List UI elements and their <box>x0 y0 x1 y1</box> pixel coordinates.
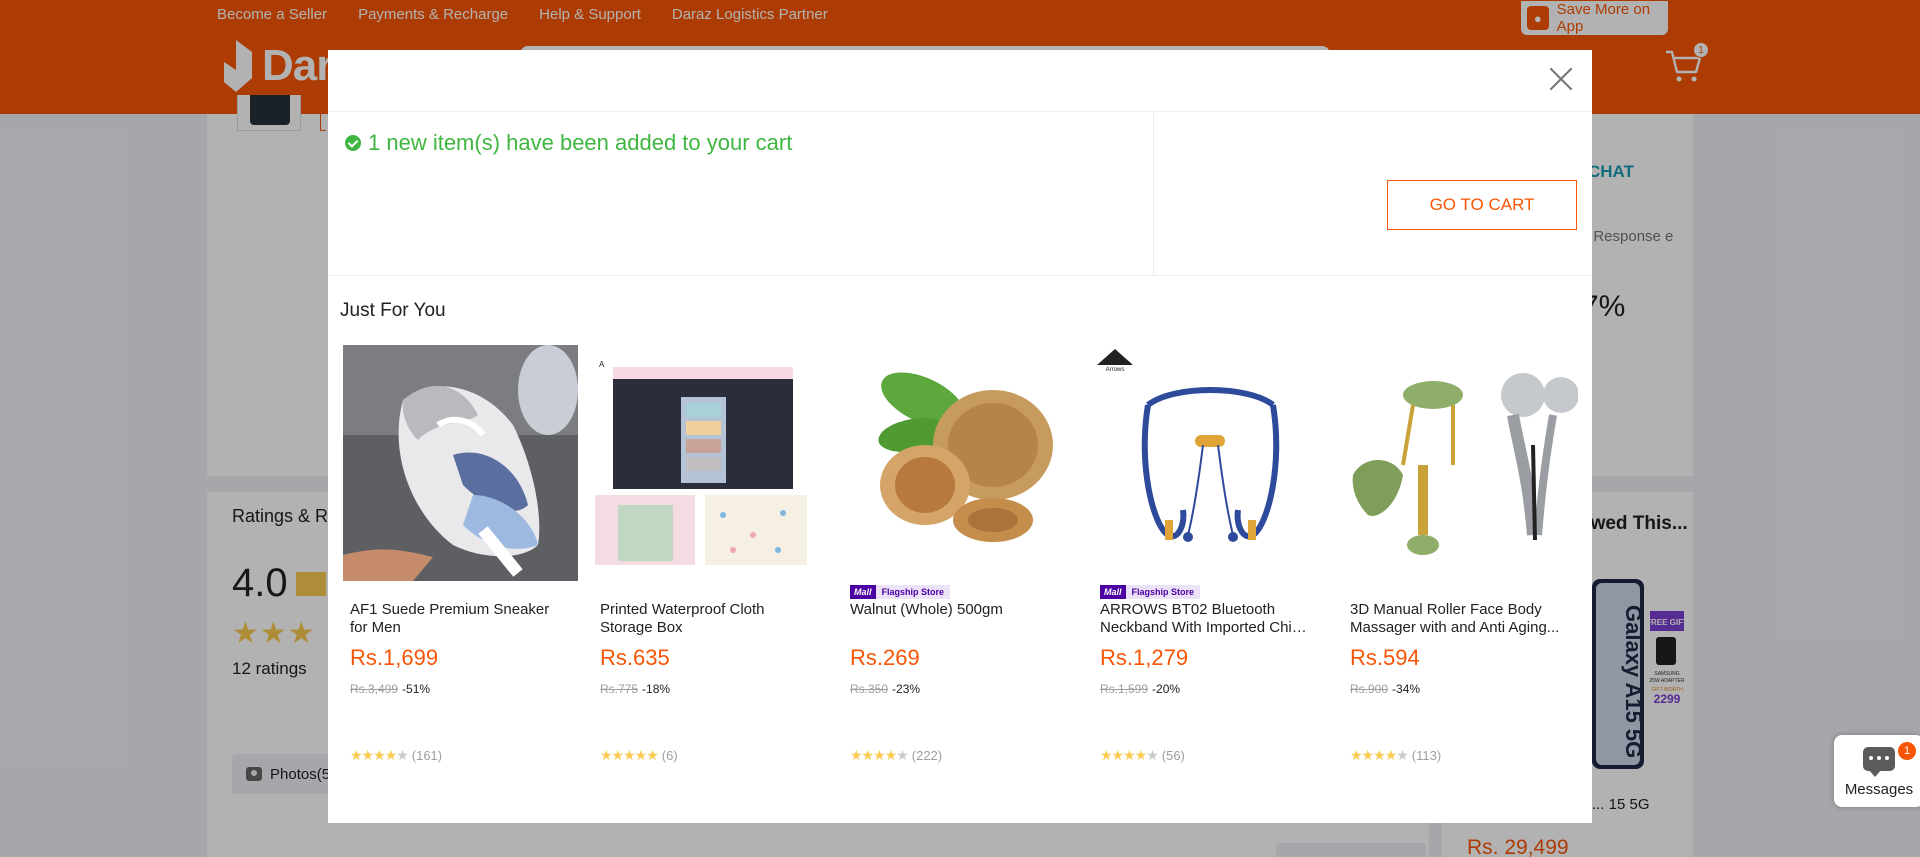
product-discount: -18% <box>642 682 671 696</box>
flagship-badge: Mall Flagship Store <box>850 585 951 599</box>
modal-header <box>328 50 1592 112</box>
star-icon: ★★★★★ <box>850 747 909 763</box>
product-original-price: Rs.350 <box>850 682 889 696</box>
product-name[interactable]: AF1 Suede Premium Sneaker for Men <box>350 601 565 637</box>
product-review-count: (6) <box>661 748 678 763</box>
cart-added-section: 1 new item(s) have been added to your ca… <box>328 112 1592 276</box>
add-to-cart-modal: 1 new item(s) have been added to your ca… <box>328 50 1592 823</box>
product-original-price: Rs.900 <box>1350 682 1389 696</box>
star-icon: ★★★★★ <box>1350 747 1409 763</box>
product-card[interactable]: Mall Flagship Store Walnut (Whole) 500gm… <box>840 345 1078 815</box>
messages-count-badge: 1 <box>1898 742 1916 760</box>
product-price-info: Rs.900 -34% <box>1350 682 1420 696</box>
product-price: Rs.1,699 <box>350 645 439 670</box>
product-card[interactable]: 3D Manual Roller Face Body Massager with… <box>1340 345 1578 815</box>
star-icon: ★★★★★ <box>350 747 409 763</box>
product-price: Rs.1,279 <box>1100 645 1189 670</box>
product-price: Rs.269 <box>850 645 920 670</box>
product-original-price: Rs.3,499 <box>350 682 399 696</box>
product-review-count: (222) <box>911 748 943 763</box>
product-price: Rs.594 <box>1350 645 1420 670</box>
messages-label: Messages <box>1844 781 1914 798</box>
product-discount: -34% <box>1392 682 1421 696</box>
messages-widget[interactable]: Messages 1 <box>1834 735 1920 807</box>
star-icon: ★★★★★ <box>600 747 659 763</box>
product-rating: ★★★★★ (222) <box>850 747 942 764</box>
product-rating: ★★★★★ (161) <box>350 747 442 764</box>
svg-text:Arrows: Arrows <box>1106 367 1125 373</box>
added-message: 1 new item(s) have been added to your ca… <box>345 130 792 156</box>
flagship-store-badge: Flagship Store <box>875 585 951 599</box>
product-review-count: (161) <box>411 748 443 763</box>
product-grid: AF1 Suede Premium Sneaker for Men Rs.1,6… <box>340 345 1590 815</box>
svg-text:A: A <box>599 360 605 369</box>
added-message-text: 1 new item(s) have been added to your ca… <box>368 130 793 155</box>
product-image[interactable] <box>843 345 1078 581</box>
product-image[interactable]: Arrows <box>1093 345 1328 581</box>
product-image[interactable] <box>1343 345 1578 581</box>
product-card[interactable]: A B C <box>590 345 828 815</box>
mall-badge: Mall <box>1100 585 1126 599</box>
product-rating: ★★★★★ (6) <box>600 747 678 764</box>
product-discount: -23% <box>892 682 921 696</box>
go-to-cart-button[interactable]: GO TO CART <box>1387 180 1577 230</box>
mall-badge: Mall <box>850 585 876 599</box>
product-review-count: (56) <box>1161 748 1185 763</box>
flagship-badge: Mall Flagship Store <box>1100 585 1201 599</box>
product-name[interactable]: ARROWS BT02 Bluetooth Neckband With Impo… <box>1100 601 1315 637</box>
product-image[interactable] <box>343 345 578 581</box>
product-image[interactable]: A B C <box>593 345 828 581</box>
product-card[interactable]: AF1 Suede Premium Sneaker for Men Rs.1,6… <box>340 345 578 815</box>
product-rating: ★★★★★ (113) <box>1350 747 1441 764</box>
product-discount: -20% <box>1152 682 1181 696</box>
check-circle-icon <box>345 135 361 151</box>
product-price-info: Rs.350 -23% <box>850 682 920 696</box>
product-review-count: (113) <box>1411 748 1442 763</box>
product-rating: ★★★★★ (56) <box>1100 747 1185 764</box>
product-name[interactable]: 3D Manual Roller Face Body Massager with… <box>1350 601 1565 637</box>
product-discount: -51% <box>402 682 431 696</box>
messages-icon <box>1863 747 1895 777</box>
product-price-info: Rs.775 -18% <box>600 682 670 696</box>
product-original-price: Rs.1,599 <box>1100 682 1149 696</box>
just-for-you-title: Just For You <box>340 300 446 321</box>
added-message-panel: 1 new item(s) have been added to your ca… <box>328 112 1154 276</box>
product-price: Rs.635 <box>600 645 670 670</box>
flagship-store-badge: Flagship Store <box>1125 585 1201 599</box>
product-name[interactable]: Walnut (Whole) 500gm <box>850 601 1065 619</box>
product-name[interactable]: Printed Waterproof Cloth Storage Box <box>600 601 815 637</box>
product-card[interactable]: Arrows Mall Flagship Store ARROWS BT02 B… <box>1090 345 1328 815</box>
close-icon[interactable] <box>1548 66 1574 92</box>
product-price-info: Rs.3,499 -51% <box>350 682 430 696</box>
product-original-price: Rs.775 <box>600 682 639 696</box>
star-icon: ★★★★★ <box>1100 747 1159 763</box>
product-price-info: Rs.1,599 -20% <box>1100 682 1180 696</box>
